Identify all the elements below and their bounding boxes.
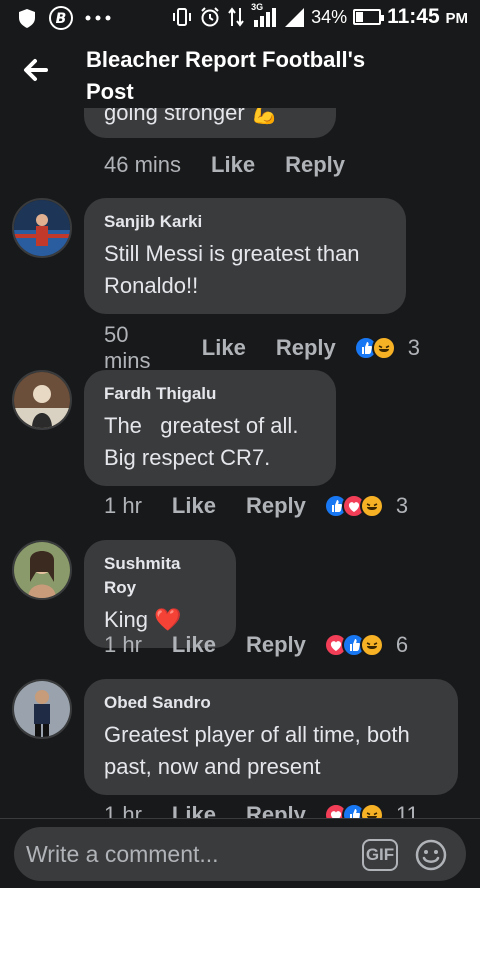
reply-button[interactable]: Reply — [276, 335, 336, 361]
reaction-count: 3 — [395, 493, 409, 518]
emoji-picker-icon[interactable] — [414, 838, 448, 872]
clock-ampm: PM — [445, 10, 469, 27]
reaction-summary[interactable]: 3 — [323, 493, 438, 519]
post-header: Bleacher Report Football's Post — [0, 36, 480, 108]
avatar[interactable] — [12, 540, 72, 600]
comment-bubble[interactable]: Obed Sandro Greatest player of all time,… — [84, 679, 458, 795]
reaction-summary[interactable]: 6 — [323, 632, 438, 658]
comment-bubble[interactable]: Sanjib Karki Still Messi is greatest tha… — [84, 198, 406, 314]
reaction-count: 3 — [407, 335, 420, 360]
battery-fill — [356, 12, 364, 22]
svg-text:B: B — [56, 11, 67, 27]
comment-meta: 1 hr Like Reply 3 — [104, 493, 468, 519]
like-button[interactable]: Like — [211, 152, 255, 178]
battery-icon — [353, 9, 385, 25]
cell-signal-3g-icon: 3G — [251, 2, 277, 28]
page-title: Bleacher Report Football's Post — [86, 47, 366, 104]
battery-percent: 34% — [311, 6, 348, 27]
commenter-name[interactable]: Obed Sandro — [104, 691, 438, 715]
commenter-name[interactable]: Sushmita Roy — [104, 552, 216, 600]
comment-time: 1 hr — [104, 493, 142, 518]
bleacher-report-logo-icon: B — [49, 6, 73, 30]
clock: 11:45 PM — [387, 5, 468, 29]
status-bar-left: B — [16, 5, 112, 31]
haha-reaction-icon — [371, 336, 396, 360]
like-button[interactable]: Like — [172, 493, 216, 519]
comment-meta: 1 hr Like Reply 6 — [104, 632, 468, 658]
comment-text-content: King — [104, 607, 149, 632]
comment-time: 1 hr — [104, 632, 142, 657]
comment-input-placeholder: Write a comment... — [26, 841, 219, 867]
comment-time: 50 mins — [104, 322, 151, 373]
reaction-count: 11 — [395, 802, 419, 818]
comment-input[interactable]: Write a comment... GIF — [14, 827, 466, 881]
like-button[interactable]: Like — [202, 335, 246, 361]
avatar[interactable] — [12, 198, 72, 258]
comment-text: Still Messi is greatest than Ronaldo!! — [104, 241, 360, 298]
shield-icon — [19, 9, 35, 28]
haha-reaction-icon — [359, 803, 384, 818]
comments-list[interactable]: going stronger 💪 46 mins Like Reply Sanj… — [0, 108, 480, 818]
comment-time: 46 mins — [104, 152, 182, 177]
comment-meta: 50 mins Like Reply 3 — [104, 322, 480, 374]
heart-emoji: ❤️ — [154, 607, 182, 632]
clock-time: 11:45 — [387, 5, 440, 28]
reply-button[interactable]: Reply — [246, 632, 306, 658]
like-button[interactable]: Like — [172, 632, 216, 658]
data-transfer-icon — [228, 7, 244, 27]
commenter-name[interactable]: Fardh Thigalu — [104, 382, 316, 406]
reply-button[interactable]: Reply — [246, 802, 306, 818]
comment-bubble[interactable]: Fardh Thigalu The greatest of all. Big r… — [84, 370, 336, 486]
commenter-name[interactable]: Sanjib Karki — [104, 210, 386, 234]
reaction-count: 6 — [395, 632, 409, 657]
comment-text: Greatest player of all time, both past, … — [104, 722, 410, 779]
status-bar: B 3G 34% 11:45 PM — [0, 0, 480, 36]
previous-comment-text: going stronger 💪 — [104, 108, 278, 126]
reaction-summary[interactable]: 11 — [323, 802, 449, 818]
comment-composer: Write a comment... GIF — [0, 818, 480, 888]
back-arrow-icon[interactable] — [20, 54, 52, 86]
gif-button[interactable]: GIF — [362, 839, 398, 871]
like-button[interactable]: Like — [172, 802, 216, 818]
app-screen: B 3G 34% 11:45 PM Bleacher Report Footba… — [0, 0, 480, 888]
comment-time: 1 hr — [104, 802, 142, 818]
wifi-signal-icon — [285, 8, 305, 27]
flexed-biceps-emoji: 💪 — [250, 108, 279, 125]
reply-button[interactable]: Reply — [246, 493, 306, 519]
vibrate-icon — [173, 8, 192, 26]
reply-button[interactable]: Reply — [285, 152, 345, 178]
previous-comment-text-tail: going stronger — [104, 108, 245, 125]
status-bar-right: 3G 34% 11:45 PM — [171, 2, 468, 29]
haha-reaction-icon — [359, 633, 384, 657]
previous-comment-bubble[interactable]: going stronger 💪 — [84, 108, 336, 138]
previous-comment-meta: 46 mins Like Reply — [104, 152, 375, 178]
haha-reaction-icon — [359, 494, 384, 518]
alarm-icon — [201, 7, 219, 27]
avatar[interactable] — [12, 679, 72, 739]
comment-meta: 1 hr Like Reply 11 — [104, 802, 479, 818]
comment-text: The greatest of all. Big respect CR7. — [104, 413, 305, 470]
more-notifications-icon — [85, 15, 111, 21]
reaction-summary[interactable]: 3 — [353, 335, 450, 361]
avatar[interactable] — [12, 370, 72, 430]
